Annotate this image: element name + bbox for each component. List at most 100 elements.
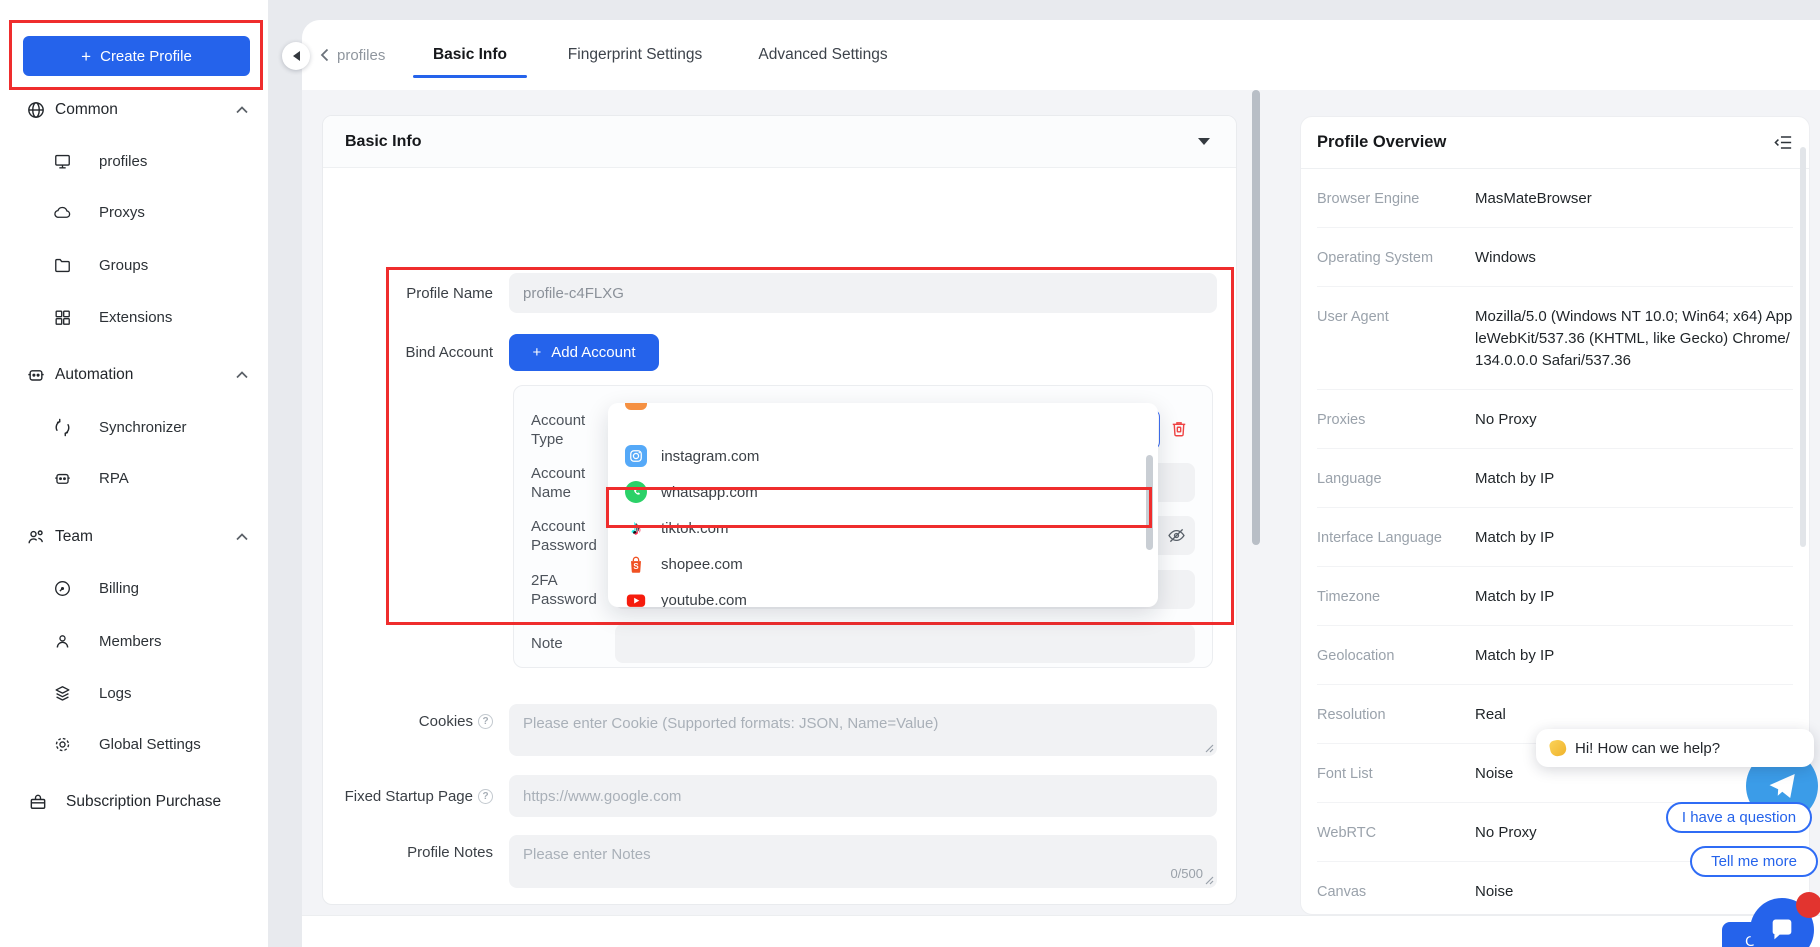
sidebar-item-label: Billing [99, 580, 139, 597]
overview-row: LanguageMatch by IP [1317, 449, 1793, 508]
tiktok-icon: ♪ [625, 517, 647, 539]
note-input[interactable] [615, 624, 1195, 663]
row-value: Real [1475, 704, 1793, 726]
chevron-up-icon [236, 106, 248, 114]
notification-badge [1796, 892, 1820, 918]
help-icon[interactable]: ? [478, 789, 493, 804]
dropdown-option-instagram[interactable]: instagram.com [608, 438, 1158, 474]
row-label: Operating System [1317, 247, 1475, 269]
fixed-startup-page-label: Fixed Startup Page ? [323, 775, 493, 817]
row-label: Font List [1317, 763, 1475, 785]
tab-fingerprint-settings[interactable]: Fingerprint Settings [560, 20, 710, 90]
option-label: whatsapp.com [661, 484, 758, 501]
help-icon[interactable]: ? [478, 714, 493, 729]
row-value: Match by IP [1475, 586, 1793, 608]
option-label: shopee.com [661, 556, 743, 573]
chevron-up-icon [236, 533, 248, 541]
dropdown-option-partial[interactable] [608, 403, 1158, 417]
toggle-password-visibility-button[interactable] [1166, 525, 1187, 546]
clipped-brand-icon [625, 403, 647, 410]
gift-icon [28, 792, 48, 812]
tab-advanced-settings[interactable]: Advanced Settings [752, 20, 894, 90]
content-scrollbar-thumb[interactable] [1252, 90, 1260, 545]
triangle-left-icon [293, 51, 300, 61]
dropdown-option-tiktok[interactable]: ♪ tiktok.com [608, 510, 1158, 546]
instagram-icon [625, 445, 647, 467]
sidebar-item-label: Groups [99, 257, 148, 274]
sidebar-item-groups[interactable]: Groups [0, 248, 268, 282]
create-profile-label: Create Profile [100, 48, 192, 65]
svg-text:S: S [633, 562, 638, 571]
footer-bar [302, 915, 1820, 947]
account-type-dropdown: instagram.com whatsapp.com ♪ tiktok.com … [608, 403, 1158, 607]
gear-icon [53, 735, 72, 754]
delete-account-button[interactable] [1169, 418, 1189, 439]
sidebar-item-label: Members [99, 633, 162, 650]
quick-reply-question-button[interactable]: I have a question [1666, 802, 1812, 833]
topbar: profiles Basic Info Fingerprint Settings… [302, 20, 1820, 90]
note-label: Note [531, 624, 609, 663]
sidebar-collapse-button[interactable] [282, 42, 310, 70]
row-value: No Proxy [1475, 409, 1793, 431]
profile-name-input[interactable] [509, 273, 1217, 313]
row-value: Windows [1475, 247, 1793, 269]
sidebar-group-label: Team [55, 528, 93, 546]
cookies-textarea[interactable] [509, 704, 1217, 756]
globe-icon [26, 100, 46, 120]
profile-notes-label: Profile Notes [323, 840, 493, 864]
paper-plane-icon [1765, 769, 1799, 803]
dropdown-scrollbar-thumb[interactable] [1146, 455, 1153, 550]
row-label: Canvas [1317, 881, 1475, 903]
profile-notes-textarea[interactable] [509, 835, 1217, 888]
sidebar-item-global-settings[interactable]: Global Settings [0, 727, 268, 761]
person-icon [53, 632, 72, 651]
sidebar-item-subscription-purchase[interactable]: Subscription Purchase [0, 785, 268, 819]
robot-icon [26, 365, 46, 385]
collapse-panel-icon[interactable] [1774, 134, 1793, 151]
tab-basic-info[interactable]: Basic Info [412, 20, 528, 90]
fixed-startup-page-input[interactable] [509, 775, 1217, 817]
waving-hand-icon [1549, 739, 1568, 758]
sidebar-item-synchronizer[interactable]: Synchronizer [0, 410, 268, 444]
row-value: Match by IP [1475, 468, 1793, 490]
add-account-label: Add Account [551, 344, 635, 361]
overview-scrollbar-thumb[interactable] [1800, 147, 1806, 547]
sidebar-group-automation[interactable]: Automation [0, 358, 268, 392]
sidebar-group-label: Common [55, 101, 118, 119]
sidebar-item-label: RPA [99, 470, 129, 487]
sidebar-item-rpa[interactable]: RPA [0, 461, 268, 495]
back-to-profiles-link[interactable]: profiles [320, 20, 385, 90]
collapse-section-icon[interactable] [1198, 138, 1210, 145]
option-label: instagram.com [661, 448, 759, 465]
sidebar-item-label: Global Settings [99, 736, 201, 753]
sidebar-group-team[interactable]: Team [0, 520, 268, 554]
dropdown-option-shopee[interactable]: S shopee.com [608, 546, 1158, 582]
row-label: WebRTC [1317, 822, 1475, 844]
sidebar-item-label: Subscription Purchase [66, 793, 221, 811]
tfa-password-label: 2FA Password [531, 570, 609, 609]
sidebar-item-logs[interactable]: Logs [0, 676, 268, 710]
dropdown-option-whatsapp[interactable]: whatsapp.com [608, 474, 1158, 510]
overview-row: ProxiesNo Proxy [1317, 390, 1793, 449]
add-account-button[interactable]: + Add Account [509, 334, 659, 371]
row-label: Interface Language [1317, 527, 1475, 549]
sidebar-item-label: Proxys [99, 204, 145, 221]
sidebar-item-proxys[interactable]: Proxys [0, 195, 268, 229]
row-label: Timezone [1317, 586, 1475, 608]
dropdown-option-youtube[interactable]: youtube.com [608, 582, 1158, 607]
row-label: User Agent [1317, 306, 1475, 372]
sidebar-item-members[interactable]: Members [0, 624, 268, 658]
sidebar-item-label: Extensions [99, 309, 172, 326]
sidebar-item-extensions[interactable]: Extensions [0, 300, 268, 334]
sidebar-item-profiles[interactable]: profiles [0, 144, 268, 178]
sidebar-item-billing[interactable]: Billing [0, 571, 268, 605]
row-value: Match by IP [1475, 527, 1793, 549]
resize-handle-icon[interactable] [1205, 876, 1214, 885]
chevron-left-icon [320, 48, 329, 62]
sync-icon [53, 418, 72, 437]
quick-reply-tell-me-more-button[interactable]: Tell me more [1690, 846, 1818, 877]
overview-row: Browser EngineMasMateBrowser [1317, 169, 1793, 228]
create-profile-button[interactable]: + Create Profile [23, 36, 250, 76]
basic-info-card-header: Basic Info [323, 116, 1236, 168]
sidebar-group-common[interactable]: Common [0, 93, 268, 127]
